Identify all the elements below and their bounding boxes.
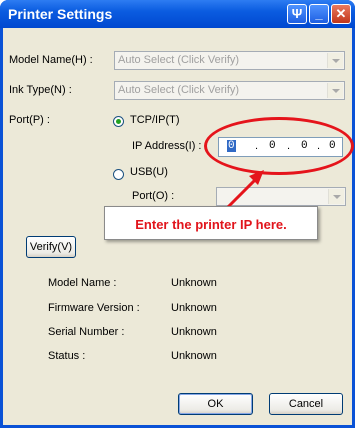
annotation-callout: Enter the printer IP here. <box>104 206 318 240</box>
annotation-text: Enter the printer IP here. <box>135 217 287 232</box>
